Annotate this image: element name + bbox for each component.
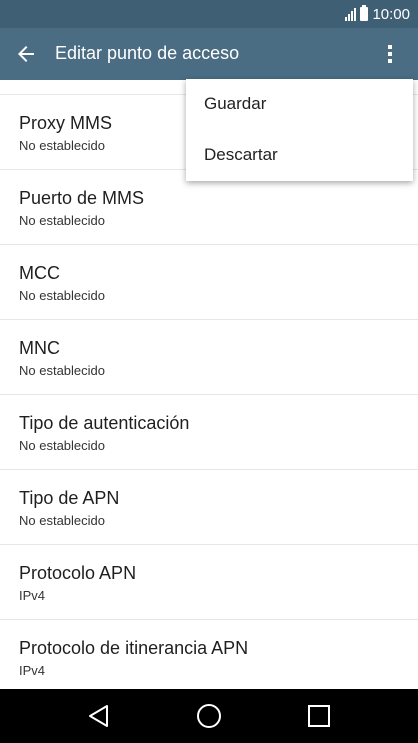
list-item[interactable]: Tipo de autenticación No establecido [0,395,418,470]
list-item-title: Protocolo de itinerancia APN [19,638,249,658]
list-item[interactable]: Puerto de MMS No establecido [0,170,418,245]
list-item[interactable]: Tipo de APN No establecido [0,470,418,545]
status-time: 10:00 [372,5,410,23]
list-item-summary: No establecido [19,288,105,303]
recents-square-icon [308,705,330,727]
nav-back-button[interactable] [79,696,119,736]
list-item-summary: IPv4 [19,663,46,678]
menu-item-discard[interactable]: Descartar [186,130,413,181]
list-item[interactable]: Protocolo de itinerancia APN IPv4 [0,620,418,695]
nav-home-button[interactable] [189,696,229,736]
list-item-summary: No establecido [19,513,105,528]
menu-item-save[interactable]: Guardar [186,79,413,130]
arrow-left-icon [18,46,34,62]
back-button[interactable] [8,36,44,72]
more-vert-icon [388,45,392,63]
overflow-popup-menu: Guardar Descartar [186,79,413,181]
menu-item-label: Descartar [204,145,278,164]
list-item[interactable]: Protocolo APN IPv4 [0,545,418,620]
list-item-title: Puerto de MMS [19,188,145,208]
list-item-summary: IPv4 [19,588,46,603]
list-item-title: Proxy MMS [19,113,113,133]
list-item-summary: No establecido [19,363,105,378]
list-item[interactable]: MNC No establecido [0,320,418,395]
screen: 10:00 Editar punto de acceso Proxy MMS N… [0,0,418,743]
list-item-summary: No establecido [19,438,105,453]
list-item-title: MCC [19,263,60,283]
nav-recents-button[interactable] [299,696,339,736]
list-item-title: Protocolo APN [19,563,137,583]
list-item-title: Tipo de APN [19,488,120,508]
page-title: Editar punto de acceso [55,43,240,63]
navigation-bar [0,689,418,743]
list-item-title: MNC [19,338,60,358]
status-icons: 10:00 [345,4,410,24]
list-item-title: Tipo de autenticación [19,413,190,433]
toolbar: Editar punto de acceso [0,28,418,80]
list-item[interactable]: MCC No establecido [0,245,418,320]
status-bar: 10:00 [0,0,418,28]
back-triangle-icon [89,705,108,727]
menu-item-label: Guardar [204,94,267,113]
list-item-summary: No establecido [19,138,105,153]
list-item-summary: No establecido [19,213,105,228]
overflow-menu-button[interactable] [372,36,408,72]
signal-icon [345,7,357,21]
battery-icon [360,5,369,21]
home-circle-icon [197,704,221,728]
